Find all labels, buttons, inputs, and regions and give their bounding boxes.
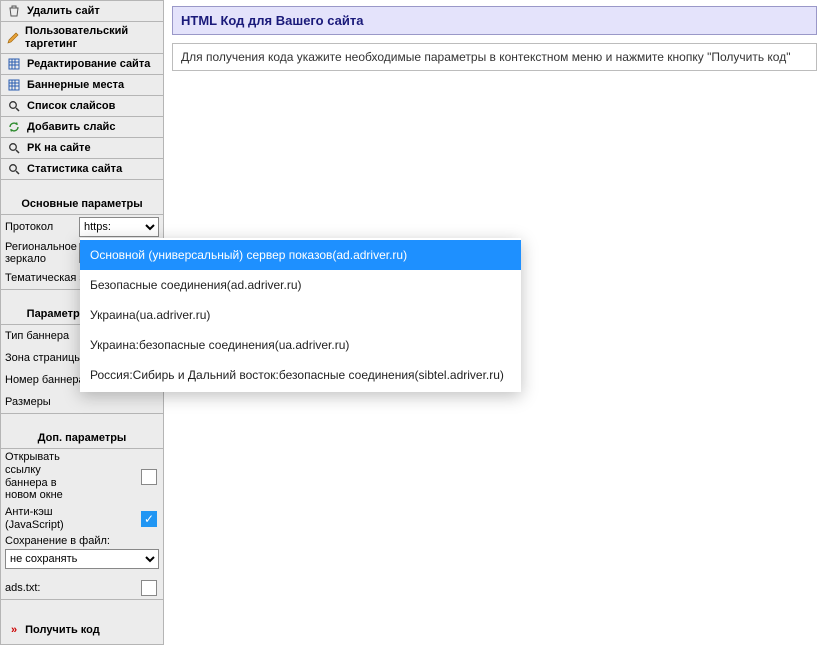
get-code-button[interactable]: » Получить код [0,616,164,645]
search-icon [7,141,21,155]
save-file-label: Сохранение в файл: [5,535,159,547]
menu-label: Редактирование сайта [27,58,150,70]
get-code-label: Получить код [25,624,100,636]
protocol-label: Протокол [5,221,79,233]
grid-icon [7,78,21,92]
dropdown-option[interactable]: Основной (универсальный) сервер показов(… [80,240,521,270]
menu-delete-site[interactable]: Удалить сайт [0,0,164,22]
section-extra-params: Доп. параметры [0,428,164,449]
menu-label: Добавить слайс [27,121,115,133]
menu-user-targeting[interactable]: Пользовательский таргетинг [0,22,164,54]
protocol-select[interactable]: https: [79,217,159,237]
mirror-dropdown-popup: Основной (универсальный) сервер показов(… [80,238,521,392]
ads-txt-checkbox[interactable] [141,580,157,596]
open-new-label: Открывать ссылку баннера в новом окне [5,451,81,502]
menu-banner-places[interactable]: Баннерные места [0,75,164,96]
section-main-params: Основные параметры [0,194,164,215]
menu-edit-site[interactable]: Редактирование сайта [0,54,164,75]
extra-params-block: Открывать ссылку баннера в новом окне Ан… [0,449,164,600]
search-icon [7,162,21,176]
anticache-label: Анти-кэш (JavaScript) [5,506,81,531]
menu-rk-on-site[interactable]: РК на сайте [0,138,164,159]
menu-label: Список слайсов [27,100,115,112]
menu-slice-list[interactable]: Список слайсов [0,96,164,117]
dropdown-option[interactable]: Безопасные соединения(ad.adriver.ru) [80,270,521,300]
pencil-icon [7,31,19,45]
menu-site-stats[interactable]: Статистика сайта [0,159,164,180]
menu-label: Статистика сайта [27,163,122,175]
dropdown-option[interactable]: Россия:Сибирь и Дальний восток:безопасны… [80,360,521,390]
trash-icon [7,4,21,18]
menu-label: Удалить сайт [27,5,100,17]
open-new-checkbox[interactable] [141,469,157,485]
menu-add-slice[interactable]: Добавить слайс [0,117,164,138]
refresh-icon [7,120,21,134]
dropdown-option[interactable]: Украина:безопасные соединения(ua.adriver… [80,330,521,360]
dropdown-option[interactable]: Украина(ua.adriver.ru) [80,300,521,330]
search-icon [7,99,21,113]
anticache-checkbox[interactable]: ✓ [141,511,157,527]
panel-title: HTML Код для Вашего сайта [172,6,817,35]
panel-hint: Для получения кода укажите необходимые п… [172,43,817,71]
sizes-label: Размеры [5,396,159,409]
menu-label: Баннерные места [27,79,124,91]
grid-icon [7,57,21,71]
save-file-select[interactable]: не сохранять [5,549,159,569]
menu-label: РК на сайте [27,142,91,154]
menu-label: Пользовательский таргетинг [25,25,157,50]
arrow-right-icon: » [11,624,17,636]
ads-txt-label: ads.txt: [5,582,81,595]
mirror-label: Региональное зеркало [5,241,79,265]
